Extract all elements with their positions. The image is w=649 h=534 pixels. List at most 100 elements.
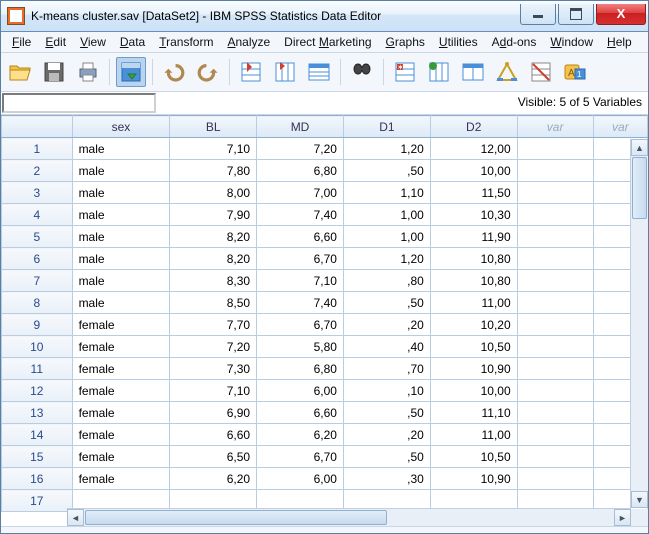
cell[interactable]: 10,00 — [430, 380, 517, 402]
cell[interactable]: 1,20 — [343, 138, 430, 160]
cell[interactable]: 11,90 — [430, 226, 517, 248]
row-header[interactable]: 7 — [2, 270, 73, 292]
cell[interactable]: ,50 — [343, 160, 430, 182]
column-header-MD-2[interactable]: MD — [257, 116, 344, 138]
cell[interactable]: 8,30 — [170, 270, 257, 292]
toolbar-recent-icon[interactable] — [116, 57, 146, 87]
cell[interactable]: 10,80 — [430, 248, 517, 270]
cell[interactable]: 6,70 — [257, 446, 344, 468]
menu-window[interactable]: Window — [543, 34, 600, 50]
row-header[interactable]: 8 — [2, 292, 73, 314]
cell[interactable]: 11,10 — [430, 402, 517, 424]
table-row[interactable]: 14female6,606,20,2011,00 — [2, 424, 648, 446]
cell[interactable]: 10,50 — [430, 336, 517, 358]
table-row[interactable]: 16female6,206,00,3010,90 — [2, 468, 648, 490]
table-row[interactable]: 3male8,007,001,1011,50 — [2, 182, 648, 204]
table-row[interactable]: 10female7,205,80,4010,50 — [2, 336, 648, 358]
toolbar-find-icon[interactable] — [347, 57, 377, 87]
column-header-D2-4[interactable]: D2 — [430, 116, 517, 138]
cell-empty[interactable] — [517, 160, 593, 182]
cell[interactable]: ,40 — [343, 336, 430, 358]
cell[interactable]: 6,80 — [257, 358, 344, 380]
cell[interactable]: female — [72, 424, 170, 446]
cell-empty[interactable] — [517, 402, 593, 424]
scroll-left-icon[interactable]: ◄ — [67, 509, 84, 526]
cell[interactable]: 6,20 — [170, 468, 257, 490]
table-row[interactable]: 8male8,507,40,5011,00 — [2, 292, 648, 314]
cell-empty[interactable] — [517, 446, 593, 468]
table-row[interactable]: 15female6,506,70,5010,50 — [2, 446, 648, 468]
cell[interactable]: 6,60 — [170, 424, 257, 446]
cell[interactable]: 1,00 — [343, 204, 430, 226]
menu-add-ons[interactable]: Add-ons — [485, 34, 544, 50]
cell[interactable]: ,20 — [343, 314, 430, 336]
cell-empty[interactable] — [517, 138, 593, 160]
cell[interactable]: ,50 — [343, 402, 430, 424]
cell[interactable]: 7,90 — [170, 204, 257, 226]
horizontal-scrollbar[interactable]: ◄ ► — [67, 508, 631, 526]
cell[interactable]: ,10 — [343, 380, 430, 402]
cell[interactable]: 7,20 — [257, 138, 344, 160]
toolbar-redo-icon[interactable] — [193, 57, 223, 87]
cell[interactable]: male — [72, 292, 170, 314]
cell[interactable]: female — [72, 380, 170, 402]
cell[interactable]: ,30 — [343, 468, 430, 490]
cell[interactable]: 11,50 — [430, 182, 517, 204]
toolbar-print-icon[interactable] — [73, 57, 103, 87]
cell[interactable]: female — [72, 336, 170, 358]
cell[interactable]: 1,20 — [343, 248, 430, 270]
cell[interactable]: male — [72, 270, 170, 292]
cell[interactable]: 6,90 — [170, 402, 257, 424]
toolbar-select-icon[interactable] — [526, 57, 556, 87]
maximize-button[interactable] — [558, 4, 594, 25]
menu-help[interactable]: Help — [600, 34, 639, 50]
cell[interactable]: male — [72, 204, 170, 226]
row-header[interactable]: 11 — [2, 358, 73, 380]
row-header[interactable]: 10 — [2, 336, 73, 358]
cell[interactable]: female — [72, 358, 170, 380]
cell[interactable]: 10,90 — [430, 468, 517, 490]
cell-empty[interactable] — [517, 468, 593, 490]
cell[interactable]: 6,00 — [257, 468, 344, 490]
cell[interactable]: 6,50 — [170, 446, 257, 468]
column-header-sex-0[interactable]: sex — [72, 116, 170, 138]
cell[interactable]: 11,00 — [430, 424, 517, 446]
cell-empty[interactable] — [517, 292, 593, 314]
cell-empty[interactable] — [517, 182, 593, 204]
minimize-button[interactable] — [520, 4, 556, 25]
menu-edit[interactable]: Edit — [38, 34, 73, 50]
toolbar-open-icon[interactable] — [5, 57, 35, 87]
menu-file[interactable]: File — [5, 34, 38, 50]
column-header-var-6[interactable]: var — [593, 116, 647, 138]
cell[interactable]: 1,10 — [343, 182, 430, 204]
table-row[interactable]: 9female7,706,70,2010,20 — [2, 314, 648, 336]
row-header[interactable]: 1 — [2, 138, 73, 160]
cell[interactable]: male — [72, 138, 170, 160]
cell[interactable]: male — [72, 182, 170, 204]
column-header-var-5[interactable]: var — [517, 116, 593, 138]
cell[interactable]: 7,10 — [257, 270, 344, 292]
toolbar-goto-case-icon[interactable] — [236, 57, 266, 87]
cell-empty[interactable] — [517, 314, 593, 336]
cell[interactable]: ,50 — [343, 292, 430, 314]
row-header[interactable]: 12 — [2, 380, 73, 402]
cell[interactable]: 6,80 — [257, 160, 344, 182]
row-header[interactable]: 16 — [2, 468, 73, 490]
hscroll-thumb[interactable] — [85, 510, 387, 525]
cell[interactable]: 6,20 — [257, 424, 344, 446]
cell[interactable]: 8,50 — [170, 292, 257, 314]
close-button[interactable]: X — [596, 4, 646, 25]
row-header[interactable]: 17 — [2, 490, 73, 512]
cell[interactable]: 6,70 — [257, 248, 344, 270]
cell[interactable]: 8,20 — [170, 248, 257, 270]
cell[interactable]: male — [72, 248, 170, 270]
table-row[interactable]: 4male7,907,401,0010,30 — [2, 204, 648, 226]
column-header-BL-1[interactable]: BL — [170, 116, 257, 138]
cell[interactable]: female — [72, 446, 170, 468]
row-header[interactable]: 13 — [2, 402, 73, 424]
table-row[interactable]: 6male8,206,701,2010,80 — [2, 248, 648, 270]
table-row[interactable]: 5male8,206,601,0011,90 — [2, 226, 648, 248]
cell-empty[interactable] — [517, 226, 593, 248]
cell[interactable]: 6,00 — [257, 380, 344, 402]
menu-view[interactable]: View — [73, 34, 113, 50]
